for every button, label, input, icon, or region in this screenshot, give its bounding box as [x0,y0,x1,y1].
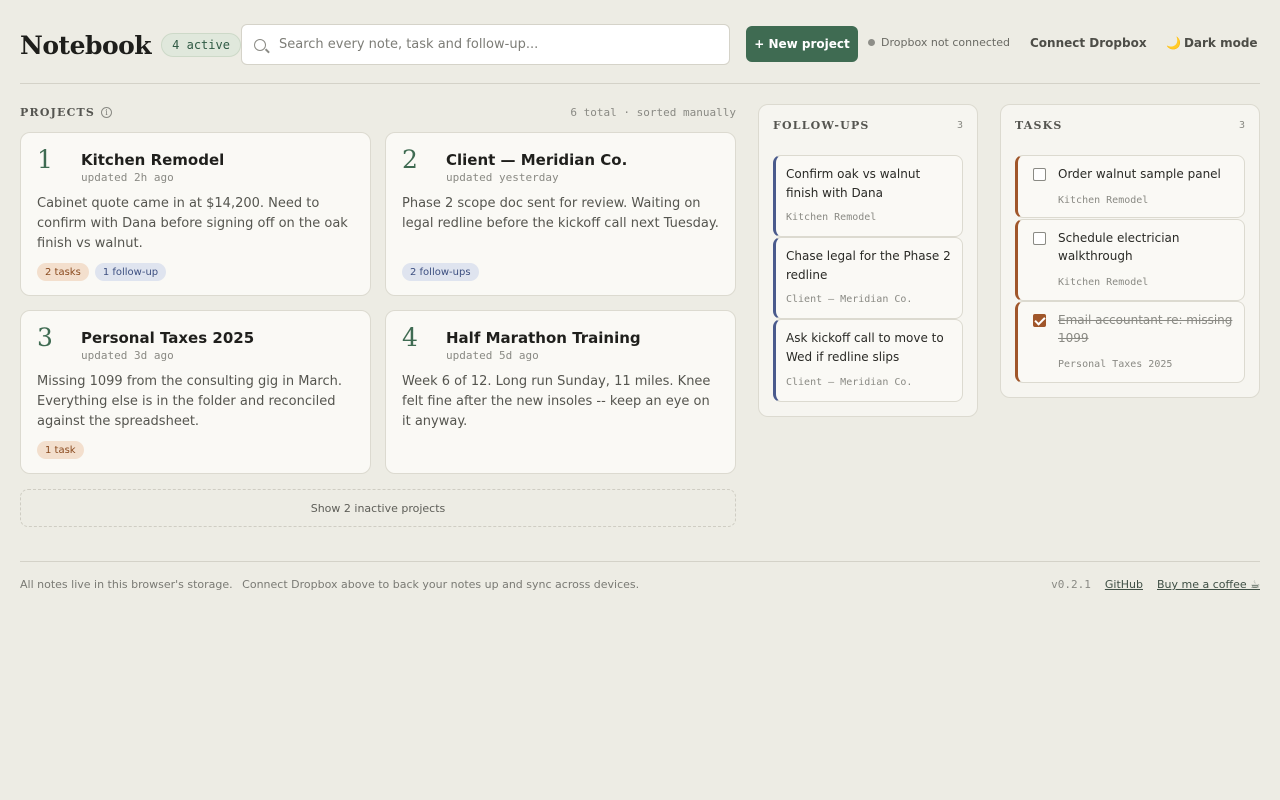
status-dot-icon [868,39,875,46]
project-updated: updated yesterday [446,171,559,184]
connect-dropbox-button[interactable]: Connect Dropbox [1030,36,1147,50]
followups-panel: FOLLOW-UPS 3 Confirm oak vs walnut finis… [758,104,978,417]
footer-divider [20,561,1260,562]
projects-header: PROJECTS i 6 total · sorted manually [20,103,736,121]
moon-icon: 🌙 [1166,36,1181,50]
task-item: Email accountant re: missing 1099 Person… [1015,301,1245,383]
project-updated: updated 2h ago [81,171,174,184]
footer-links: v0.2.1 GitHub Buy me a coffee ☕ [1051,578,1260,591]
followups-count: 3 [956,120,963,131]
dark-mode-label: Dark mode [1183,36,1258,50]
dropbox-status-text: Dropbox not connected [881,36,1010,49]
followup-project: Client — Meridian Co. [786,377,913,388]
task-project: Kitchen Remodel [1058,277,1149,288]
followup-count-tag: 2 follow-ups [402,263,479,281]
github-link[interactable]: GitHub [1105,578,1143,591]
project-tags: 2 tasks 1 follow-up [37,263,167,281]
task-item: Order walnut sample panel Kitchen Remode… [1015,155,1245,218]
followup-count-tag: 1 follow-up [94,263,167,281]
project-updated: updated 3d ago [81,349,174,362]
task-count-tag: 1 task [37,441,84,459]
coffee-link[interactable]: Buy me a coffee ☕ [1157,578,1260,591]
project-note: Phase 2 scope doc sent for review. Waiti… [402,196,719,231]
project-card[interactable]: 4 Half Marathon Training updated 5d ago … [385,310,736,474]
project-number: 2 [402,145,418,174]
info-icon[interactable]: i [101,106,113,118]
project-note: Week 6 of 12. Long run Sunday, 11 miles.… [402,374,711,429]
followup-project: Kitchen Remodel [786,212,877,223]
search-box[interactable] [241,24,730,65]
project-title: Personal Taxes 2025 [81,329,255,347]
followup-text: Ask kickoff call to move to Wed if redli… [786,331,944,364]
show-inactive-button[interactable]: Show 2 inactive projects [20,489,736,527]
project-tags: 2 follow-ups [402,263,479,281]
project-card[interactable]: 1 Kitchen Remodel updated 2h ago Cabinet… [20,132,371,296]
tasks-header: TASKS 3 [1015,119,1245,132]
tasks-panel: TASKS 3 Order walnut sample panel Kitche… [1000,104,1260,398]
projects-meta: 6 total · sorted manually [570,105,736,119]
search-icon [254,38,266,51]
followup-item[interactable]: Ask kickoff call to move to Wed if redli… [773,319,963,402]
tasks-heading: TASKS [1015,119,1063,132]
project-number: 4 [402,323,418,352]
task-checkbox-checked[interactable] [1033,314,1046,327]
project-card[interactable]: 2 Client — Meridian Co. updated yesterda… [385,132,736,296]
project-title: Client — Meridian Co. [446,151,628,169]
version-label: v0.2.1 [1051,578,1091,591]
followup-text: Confirm oak vs walnut finish with Dana [786,167,921,200]
footer-note: All notes live in this browser's storage… [20,578,639,591]
task-checkbox[interactable] [1033,232,1046,245]
task-count-tag: 2 tasks [37,263,89,281]
dropbox-note: Connect Dropbox above to back your notes… [242,578,640,591]
projects-heading-text: PROJECTS [20,105,96,119]
app-title: Notebook [20,30,152,60]
project-updated: updated 5d ago [446,349,539,362]
followup-item[interactable]: Confirm oak vs walnut finish with Dana K… [773,155,963,237]
task-checkbox[interactable] [1033,168,1046,181]
project-tags: 1 task [37,441,84,459]
dark-mode-toggle[interactable]: 🌙 Dark mode [1166,36,1258,50]
project-note: Missing 1099 from the consulting gig in … [37,374,342,429]
header-divider [20,83,1260,84]
project-title: Kitchen Remodel [81,151,225,169]
project-card[interactable]: 3 Personal Taxes 2025 updated 3d ago Mis… [20,310,371,474]
project-note: Cabinet quote came in at $14,200. Need t… [37,196,348,251]
task-text: Order walnut sample panel [1058,167,1221,181]
task-item: Schedule electrician walkthrough Kitchen… [1015,219,1245,301]
task-project: Kitchen Remodel [1058,195,1149,206]
project-number: 3 [37,323,53,352]
task-text: Schedule electrician walkthrough [1058,231,1180,263]
tasks-count: 3 [1238,120,1245,131]
followup-text: Chase legal for the Phase 2 redline [786,249,951,282]
project-number: 1 [37,145,53,174]
projects-heading: PROJECTS i [20,105,113,119]
search-input[interactable] [279,37,729,52]
followup-item[interactable]: Chase legal for the Phase 2 redline Clie… [773,237,963,319]
task-text: Email accountant re: missing 1099 [1058,313,1233,345]
dropbox-status: Dropbox not connected [868,36,1010,49]
new-project-button[interactable]: + New project [746,26,858,62]
followups-heading: FOLLOW-UPS [773,119,870,132]
followup-project: Client — Meridian Co. [786,294,913,305]
active-count-badge: 4 active [161,33,241,57]
app-header: Notebook 4 active + New project Dropbox … [20,24,1260,66]
storage-note: All notes live in this browser's storage… [20,578,233,591]
task-project: Personal Taxes 2025 [1058,359,1173,370]
followups-header: FOLLOW-UPS 3 [773,119,963,132]
project-title: Half Marathon Training [446,329,641,347]
